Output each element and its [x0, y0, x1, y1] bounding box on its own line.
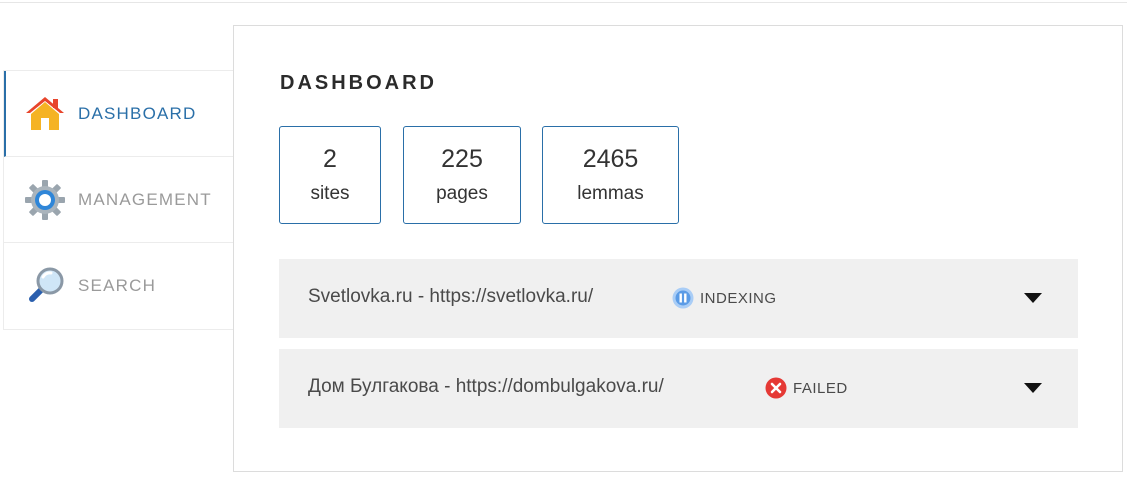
pause-icon	[672, 287, 694, 309]
chevron-down-icon[interactable]	[1024, 293, 1042, 303]
stat-value: 2	[323, 145, 337, 173]
page: DASHBOARD MANAGEMENT SEARCH DASHBOARD 2 …	[0, 0, 1127, 487]
status-badge: FAILED	[765, 377, 848, 399]
home-icon	[24, 93, 66, 135]
sidebar-item-management[interactable]: MANAGEMENT	[4, 157, 234, 243]
sidebar-item-label: SEARCH	[78, 276, 157, 295]
status-text: INDEXING	[700, 289, 777, 307]
gear-icon	[24, 179, 66, 221]
sidebar-item-label: MANAGEMENT	[78, 189, 212, 209]
sidebar-item-label: DASHBOARD	[78, 103, 197, 123]
stat-card-pages: 225 pages	[403, 126, 521, 224]
stat-card-sites: 2 sites	[279, 126, 381, 224]
stat-label: pages	[436, 183, 488, 204]
status-text: FAILED	[793, 379, 848, 397]
sidebar: DASHBOARD MANAGEMENT SEARCH	[3, 70, 234, 330]
sidebar-item-dashboard[interactable]: DASHBOARD	[4, 71, 234, 157]
site-name: Дом Булгакова - https://dombulgakova.ru/	[308, 376, 664, 397]
chevron-down-icon[interactable]	[1024, 383, 1042, 393]
stat-card-lemmas: 2465 lemmas	[542, 126, 679, 224]
site-row-dombulgakova[interactable]: Дом Булгакова - https://dombulgakova.ru/…	[279, 349, 1078, 428]
stat-label: sites	[310, 183, 350, 204]
top-divider	[0, 2, 1127, 3]
status-badge: INDEXING	[672, 287, 777, 309]
sidebar-item-search[interactable]: SEARCH	[4, 243, 234, 329]
page-title: DASHBOARD	[280, 72, 437, 94]
site-name: Svetlovka.ru - https://svetlovka.ru/	[308, 286, 594, 307]
stat-label: lemmas	[577, 183, 644, 204]
dashboard-panel: DASHBOARD 2 sites 225 pages 2465 lemmas …	[233, 25, 1123, 472]
error-icon	[765, 377, 787, 399]
stat-value: 2465	[582, 145, 639, 173]
site-row-svetlovka[interactable]: Svetlovka.ru - https://svetlovka.ru/ IND…	[279, 259, 1078, 338]
magnifier-icon	[24, 265, 66, 307]
stat-value: 225	[441, 145, 483, 173]
